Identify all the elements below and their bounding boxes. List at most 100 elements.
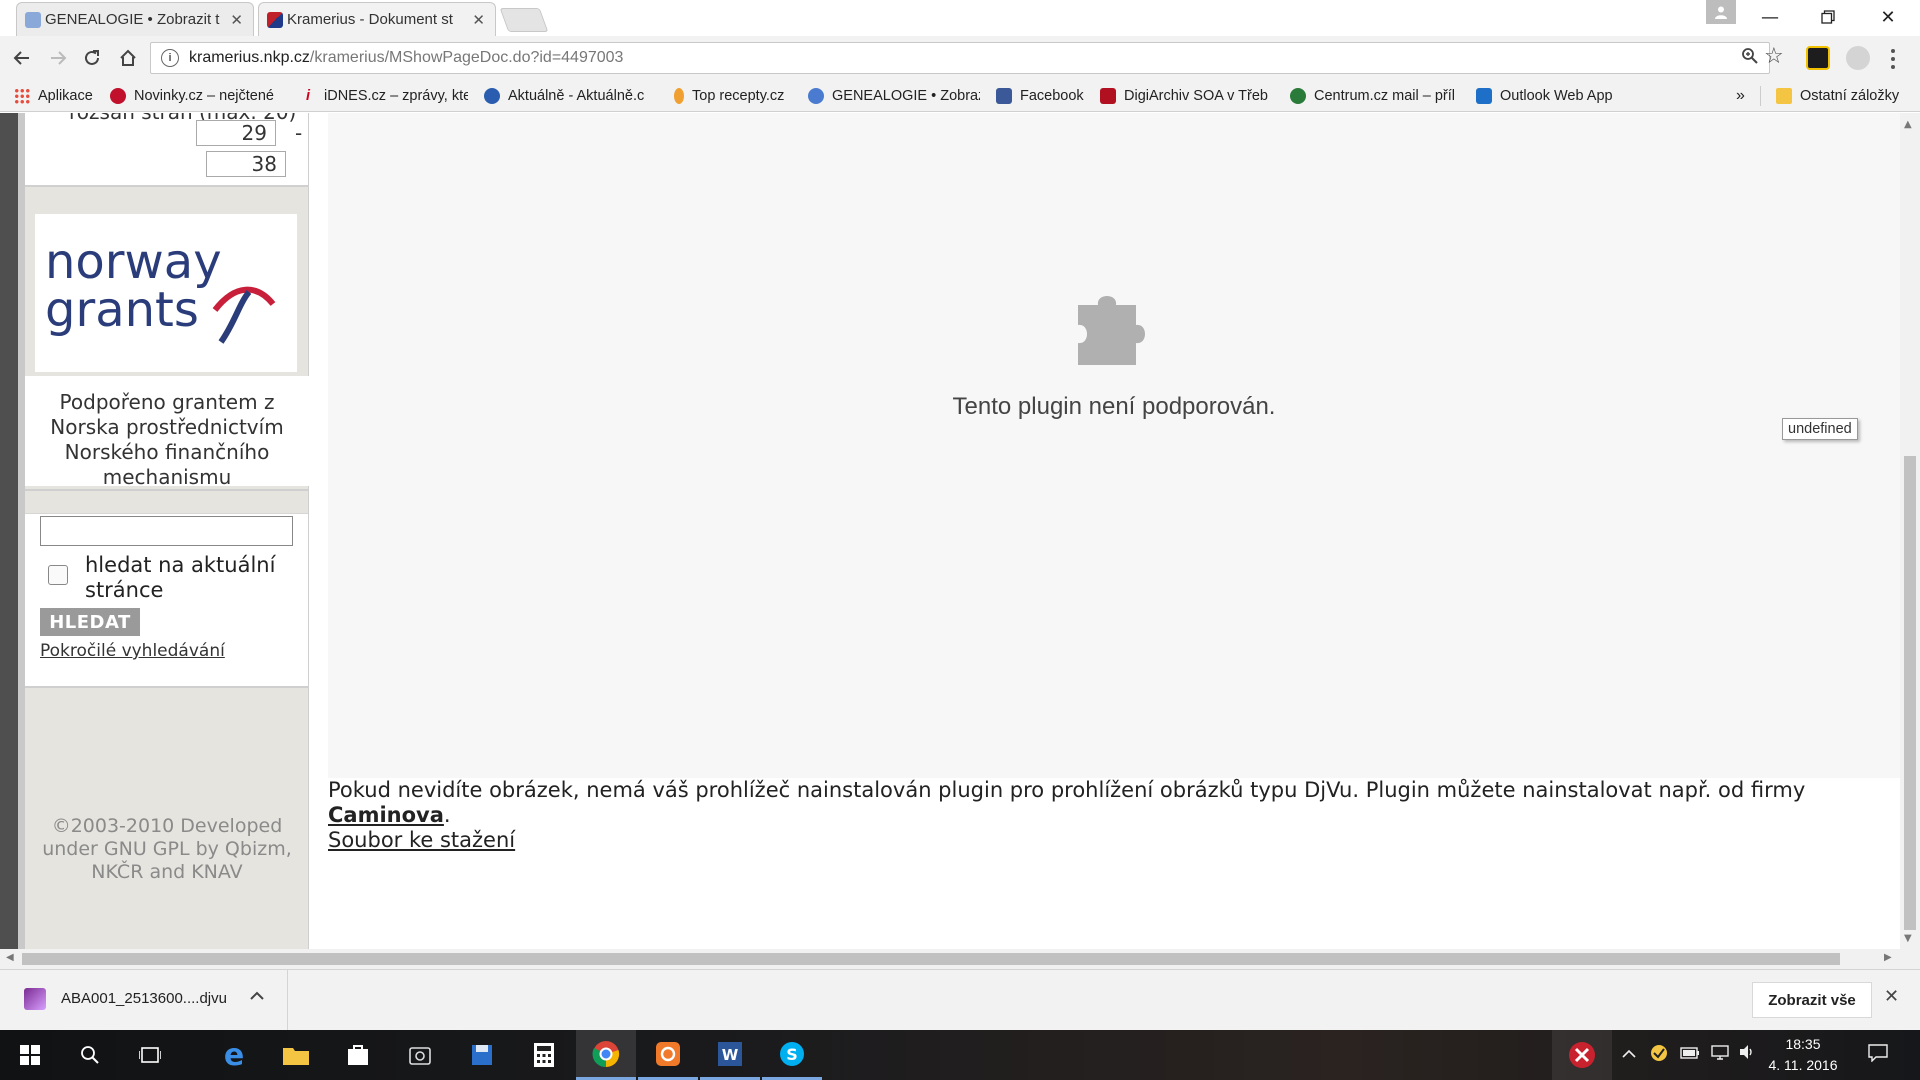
search-button[interactable]: HLEDAT (40, 608, 140, 636)
range-from-input[interactable]: 29 (196, 120, 276, 146)
bookmark-genealogie[interactable]: GENEALOGIE • Zobraz (808, 86, 980, 106)
forward-icon[interactable] (44, 44, 72, 72)
network-icon[interactable] (1710, 1044, 1730, 1064)
show-hidden-icons-icon[interactable] (1622, 1044, 1636, 1063)
url-path: /kramerius/MShowPageDoc.do?id=4497003 (309, 49, 624, 66)
bookmark-aktualne[interactable]: Aktuálně - Aktuálně.c (484, 86, 656, 106)
file-explorer-icon[interactable] (266, 1030, 326, 1080)
sidebar-divider (25, 185, 308, 187)
djvu-note-end: . (443, 803, 451, 827)
horizontal-scrollbar[interactable]: ◀ ▶ (0, 949, 1920, 969)
centrum-icon (1290, 88, 1306, 104)
scrollbar-thumb[interactable] (1904, 456, 1916, 930)
idnes-icon: i (305, 88, 311, 104)
start-windows-icon[interactable] (0, 1030, 60, 1080)
bookmark-other-folder[interactable]: Ostatní záložky (1776, 86, 1899, 106)
tab-kramerius[interactable]: Kramerius - Dokument st ✕ (258, 2, 496, 36)
edge-icon[interactable]: e (204, 1030, 264, 1080)
save-app-icon[interactable] (452, 1030, 512, 1080)
volume-icon[interactable] (1738, 1044, 1756, 1064)
restore-icon[interactable] (1800, 0, 1856, 34)
plugin-placeholder: Tento plugin není podporován. undefined (328, 113, 1900, 778)
genealogie-icon (808, 88, 824, 104)
tab-genealogie[interactable]: GENEALOGIE • Zobrazit t ✕ (16, 2, 254, 36)
extension-gray-icon[interactable] (1846, 46, 1870, 70)
scroll-right-icon[interactable]: ▶ (1884, 952, 1892, 963)
genealogie-favicon-icon (25, 12, 41, 28)
bookmark-label: Outlook Web App (1500, 88, 1613, 104)
search-current-page-checkbox[interactable] (48, 565, 68, 585)
novinky-icon (110, 88, 126, 104)
store-icon[interactable] (328, 1030, 388, 1080)
close-tab-icon[interactable]: ✕ (230, 11, 243, 29)
djvu-note: Pokud nevidíte obrázek, nemá váš prohlíž… (328, 778, 1888, 853)
vertical-scrollbar[interactable]: ▲ ▼ (1900, 113, 1920, 949)
bookmark-label: Aktuálně - Aktuálně.c (508, 88, 645, 104)
copyright-text: ©2003-2010 Developed under GNU GPL by Qb… (42, 815, 292, 883)
chrome-icon[interactable] (576, 1030, 636, 1080)
close-window-icon[interactable]: ✕ (1860, 0, 1916, 34)
clock-time: 18:35 (1785, 1036, 1821, 1052)
bookmark-outlook[interactable]: Outlook Web App (1476, 86, 1613, 106)
zoom-icon[interactable] (1741, 47, 1759, 70)
bookmarks-bar: Aplikace Novinky.cz – nejčtené i iDNES.c… (0, 80, 1920, 112)
kramerius-favicon-icon (267, 12, 283, 28)
home-icon[interactable] (114, 44, 142, 72)
bookmark-digiarchiv[interactable]: DigiArchiv SOA v Třeb (1100, 86, 1274, 106)
reload-icon[interactable] (78, 44, 106, 72)
minimize-icon[interactable]: — (1742, 0, 1798, 34)
address-bar[interactable]: i kramerius.nkp.cz/kramerius/MShowPageDo… (150, 42, 1770, 74)
chevron-up-icon[interactable] (250, 986, 264, 1005)
search-icon[interactable] (60, 1030, 120, 1080)
download-item[interactable]: ABA001_2513600....djvu (0, 970, 288, 1030)
norton-tray-icon[interactable] (1650, 1044, 1668, 1066)
bookmarks-more-button[interactable]: » (1736, 86, 1745, 106)
camera-app-icon[interactable] (390, 1030, 450, 1080)
bookmark-novinky[interactable]: Novinky.cz – nejčtené (110, 86, 280, 106)
action-center-icon[interactable] (1868, 1044, 1888, 1066)
tooltip: undefined (1782, 418, 1858, 440)
bookmark-facebook[interactable]: Facebook (996, 86, 1084, 106)
download-file-link[interactable]: Soubor ke stažení (328, 828, 515, 853)
folder-icon (1776, 88, 1792, 104)
word-icon[interactable]: W (700, 1030, 760, 1080)
advanced-search-link[interactable]: Pokročilé vyhledávání (40, 641, 225, 661)
close-tab-icon[interactable]: ✕ (472, 11, 485, 29)
bookmark-centrum[interactable]: Centrum.cz mail – příl (1290, 86, 1458, 106)
task-view-icon[interactable] (120, 1030, 180, 1080)
new-tab-button[interactable] (499, 8, 549, 32)
support-text: Podpořeno grantem z Norska prostřednictv… (25, 376, 309, 489)
battery-icon[interactable] (1680, 1044, 1700, 1063)
clock[interactable]: 18:35 4. 11. 2016 (1758, 1034, 1848, 1076)
back-icon[interactable] (8, 44, 36, 72)
skype-icon[interactable]: S (762, 1030, 822, 1080)
bookmark-label: DigiArchiv SOA v Třeb (1124, 88, 1268, 104)
scroll-left-icon[interactable]: ◀ (6, 952, 14, 963)
extension-norton-icon[interactable] (1806, 46, 1830, 70)
scroll-up-icon[interactable]: ▲ (1904, 119, 1912, 130)
menu-icon[interactable] (1890, 48, 1896, 70)
range-to-input[interactable]: 38 (206, 151, 286, 177)
calculator-icon[interactable] (514, 1030, 574, 1080)
caminova-link[interactable]: Caminova (328, 803, 444, 827)
scroll-down-icon[interactable]: ▼ (1904, 933, 1912, 944)
apps-grid-icon (14, 88, 30, 104)
sidebar-divider (25, 686, 308, 688)
bookmark-label: Aplikace (38, 88, 93, 104)
profile-icon[interactable] (1706, 0, 1736, 24)
bookmark-star-icon[interactable]: ☆ (1764, 44, 1784, 69)
orange-app-icon[interactable] (638, 1030, 698, 1080)
bookmark-toprecepty[interactable]: Top recepty.cz (674, 86, 800, 106)
bookmark-apps[interactable]: Aplikace (14, 86, 93, 106)
site-info-icon[interactable]: i (161, 49, 179, 67)
plugin-message: Tento plugin není podporován. (952, 393, 1276, 420)
close-shelf-icon[interactable]: ✕ (1884, 986, 1899, 1007)
document-viewer: Tento plugin není podporován. undefined … (328, 113, 1900, 949)
more-chevron-icon: » (1736, 87, 1745, 104)
search-input[interactable] (40, 516, 293, 546)
bookmark-idnes[interactable]: i iDNES.cz – zprávy, kte (300, 86, 468, 106)
scrollbar-thumb[interactable] (22, 953, 1840, 965)
security-app-icon[interactable] (1552, 1030, 1612, 1080)
facebook-icon (996, 88, 1012, 104)
show-all-downloads-button[interactable]: Zobrazit vše (1752, 982, 1872, 1018)
